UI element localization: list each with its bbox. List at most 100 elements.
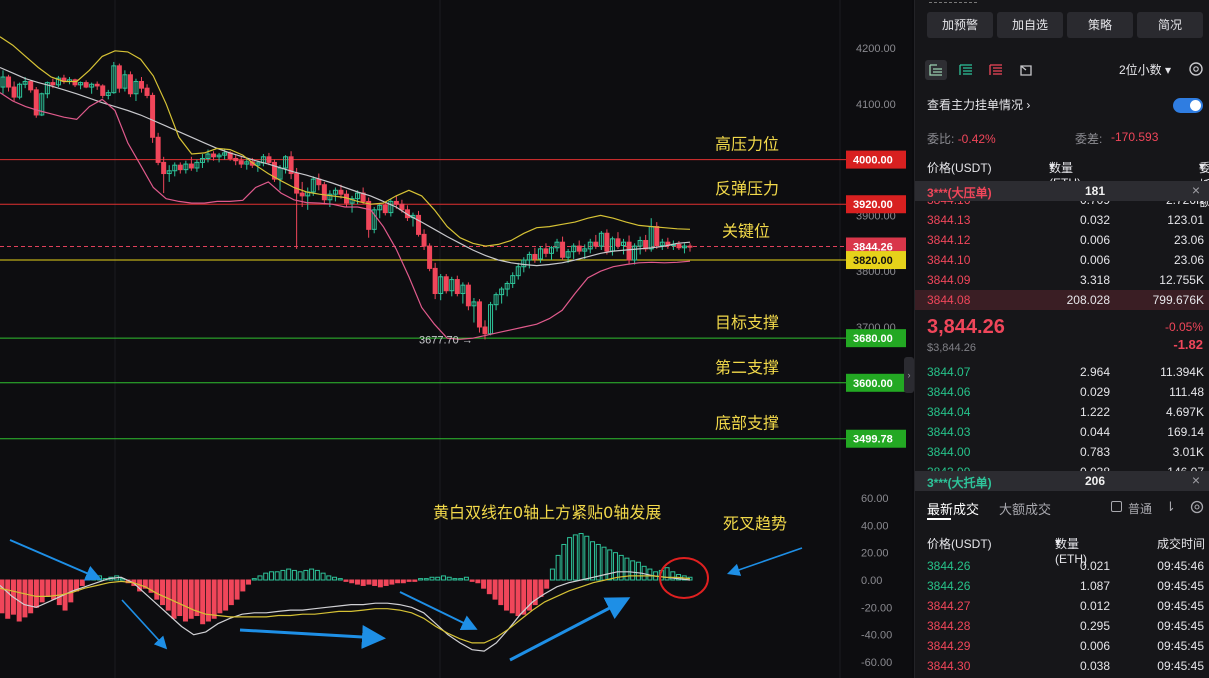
bid-row[interactable]: 3844.04 1.222 4.697K: [915, 402, 1209, 422]
action-buttons: 加预警 加自选 策略 简况: [927, 12, 1203, 38]
strategy-button[interactable]: 策略: [1067, 12, 1133, 38]
macd-histogram-bar: [377, 579, 383, 588]
row-value: 12.755K: [1159, 273, 1204, 287]
tab-latest-trades[interactable]: 最新成交: [927, 499, 979, 520]
trade-row[interactable]: 3844.27 0.012 09:45:45: [915, 596, 1209, 616]
row-price: 3844.06: [927, 385, 971, 399]
normal-checkbox[interactable]: [1111, 501, 1122, 512]
main-orders-row[interactable]: 查看主力挂单情况 ›: [927, 96, 1203, 116]
tab-large-trades[interactable]: 大额成交: [999, 499, 1051, 518]
row-value: 09:45:45: [1157, 639, 1204, 653]
bid-row[interactable]: 3844.06 0.029 111.48: [915, 382, 1209, 402]
close-icon[interactable]: ×: [1192, 182, 1200, 198]
macd-tick-label: 0.00: [861, 575, 882, 587]
macd-histogram-bar: [418, 578, 424, 581]
macd-histogram-bar: [595, 543, 601, 581]
ask-row[interactable]: 3844.08 208.028 799.676K: [915, 290, 1209, 310]
candlestick-chart[interactable]: 4200.004100.004000.003900.003800.003700.…: [0, 0, 912, 678]
candle-body: [560, 241, 566, 258]
candle-body: [28, 80, 34, 91]
row-value: 799.676K: [1152, 293, 1204, 307]
macd-histogram-bar: [509, 579, 515, 614]
orderbook-both-icon[interactable]: [925, 60, 947, 80]
row-qty: 0.006: [1079, 233, 1110, 247]
macd-histogram-bar: [366, 579, 372, 585]
macd-histogram-bar: [154, 579, 160, 600]
candle-body: [626, 241, 632, 261]
trade-qty-header[interactable]: 数量(ETH) ▾: [1055, 535, 1087, 566]
big-ask-label: 3***(大压单): [927, 186, 992, 200]
big-ask-banner[interactable]: 3***(大压单) 181 ×: [915, 181, 1209, 201]
add-watchlist-button[interactable]: 加自选: [997, 12, 1063, 38]
macd-histogram-bar: [389, 579, 395, 585]
row-price: 3844.10: [927, 253, 971, 267]
candle-body: [233, 157, 239, 162]
bid-row[interactable]: 3844.07 2.964 11.394K: [915, 362, 1209, 382]
macd-histogram-bar: [492, 579, 498, 600]
row-price: 3844.28: [927, 619, 971, 633]
bid-row[interactable]: 3844.03 0.044 169.14: [915, 422, 1209, 442]
collapse-panel-handle[interactable]: ›: [904, 357, 914, 393]
trade-row[interactable]: 3844.28 0.295 09:45:45: [915, 616, 1209, 636]
big-bid-qty: 206: [1085, 474, 1106, 488]
blue-arrow: [726, 547, 803, 576]
big-bid-banner[interactable]: 3***(大托单) 206 ×: [915, 471, 1209, 491]
total-col-header[interactable]: 委托额 ▾: [1199, 159, 1209, 209]
bid-row[interactable]: 3844.00 0.783 3.01K: [915, 442, 1209, 462]
macd-histogram-bar: [251, 578, 257, 581]
candle-body: [83, 82, 89, 88]
macd-histogram-bar: [223, 579, 229, 611]
main-orders-toggle[interactable]: [1173, 98, 1203, 113]
macd-histogram-bar: [544, 579, 550, 589]
overview-button[interactable]: 简况: [1137, 12, 1203, 38]
ask-row[interactable]: 3844.12 0.006 23.06: [915, 230, 1209, 250]
macd-histogram-bar: [96, 575, 102, 581]
macd-histogram-bar: [22, 579, 28, 618]
row-qty: 0.006: [1079, 253, 1110, 267]
macd-histogram-bar: [504, 579, 510, 611]
add-alert-button[interactable]: 加预警: [927, 12, 993, 38]
candle-body: [416, 214, 422, 235]
candle-body: [100, 85, 106, 96]
trade-row[interactable]: 3844.26 1.087 09:45:45: [915, 576, 1209, 596]
row-qty: 3.318: [1079, 273, 1110, 287]
candle-body: [94, 83, 100, 87]
decimals-select[interactable]: 2位小数 ▾: [1119, 61, 1171, 78]
trade-row[interactable]: 3844.29 0.006 09:45:45: [915, 636, 1209, 656]
price-tick-label: 4100.00: [856, 99, 896, 111]
chart-area[interactable]: 4200.004100.004000.003900.003800.003700.…: [0, 0, 914, 678]
close-icon[interactable]: ×: [1192, 472, 1200, 488]
gear-icon[interactable]: [1187, 60, 1205, 78]
macd-histogram-bar: [234, 579, 240, 600]
macd-histogram-bar: [280, 569, 286, 581]
macd-histogram-bar: [291, 569, 297, 581]
macd-histogram-bar: [372, 579, 378, 586]
macd-histogram-bar: [578, 533, 584, 581]
macd-histogram-bar: [188, 579, 194, 619]
candle-body: [443, 276, 449, 292]
macd-histogram-bar: [160, 579, 166, 606]
qty-col-header[interactable]: 数量 (ETH) ▾: [1049, 159, 1081, 190]
row-value: 4.697K: [1165, 405, 1204, 419]
candle-body: [155, 136, 161, 163]
macd-histogram-bar: [320, 572, 326, 581]
macd-histogram-bar: [39, 579, 45, 603]
candle-body: [476, 301, 482, 328]
trade-row[interactable]: 3844.26 0.021 09:45:46: [915, 556, 1209, 576]
ask-row[interactable]: 3844.13 0.032 123.01: [915, 210, 1209, 230]
gear-icon[interactable]: [1189, 499, 1205, 515]
ask-row[interactable]: 3844.09 3.318 12.755K: [915, 270, 1209, 290]
orderbook-buy-icon[interactable]: [955, 60, 977, 80]
sort-icon[interactable]: ⇂: [1165, 499, 1176, 515]
ask-row[interactable]: 3844.10 0.006 23.06: [915, 250, 1209, 270]
macd-histogram-bar: [303, 569, 309, 581]
chevron-right-icon: ›: [1023, 98, 1031, 112]
candle-body: [687, 245, 693, 248]
trade-row[interactable]: 3844.30 0.038 09:45:45: [915, 656, 1209, 676]
macd-histogram-bar: [33, 579, 39, 608]
low-price-marker: 3677.70 →: [419, 334, 473, 346]
orderbook-sell-icon[interactable]: [985, 60, 1007, 80]
macd-histogram-bar: [395, 579, 401, 584]
orderbook-split-icon[interactable]: [1015, 60, 1037, 80]
macd-histogram-bar: [343, 579, 349, 582]
